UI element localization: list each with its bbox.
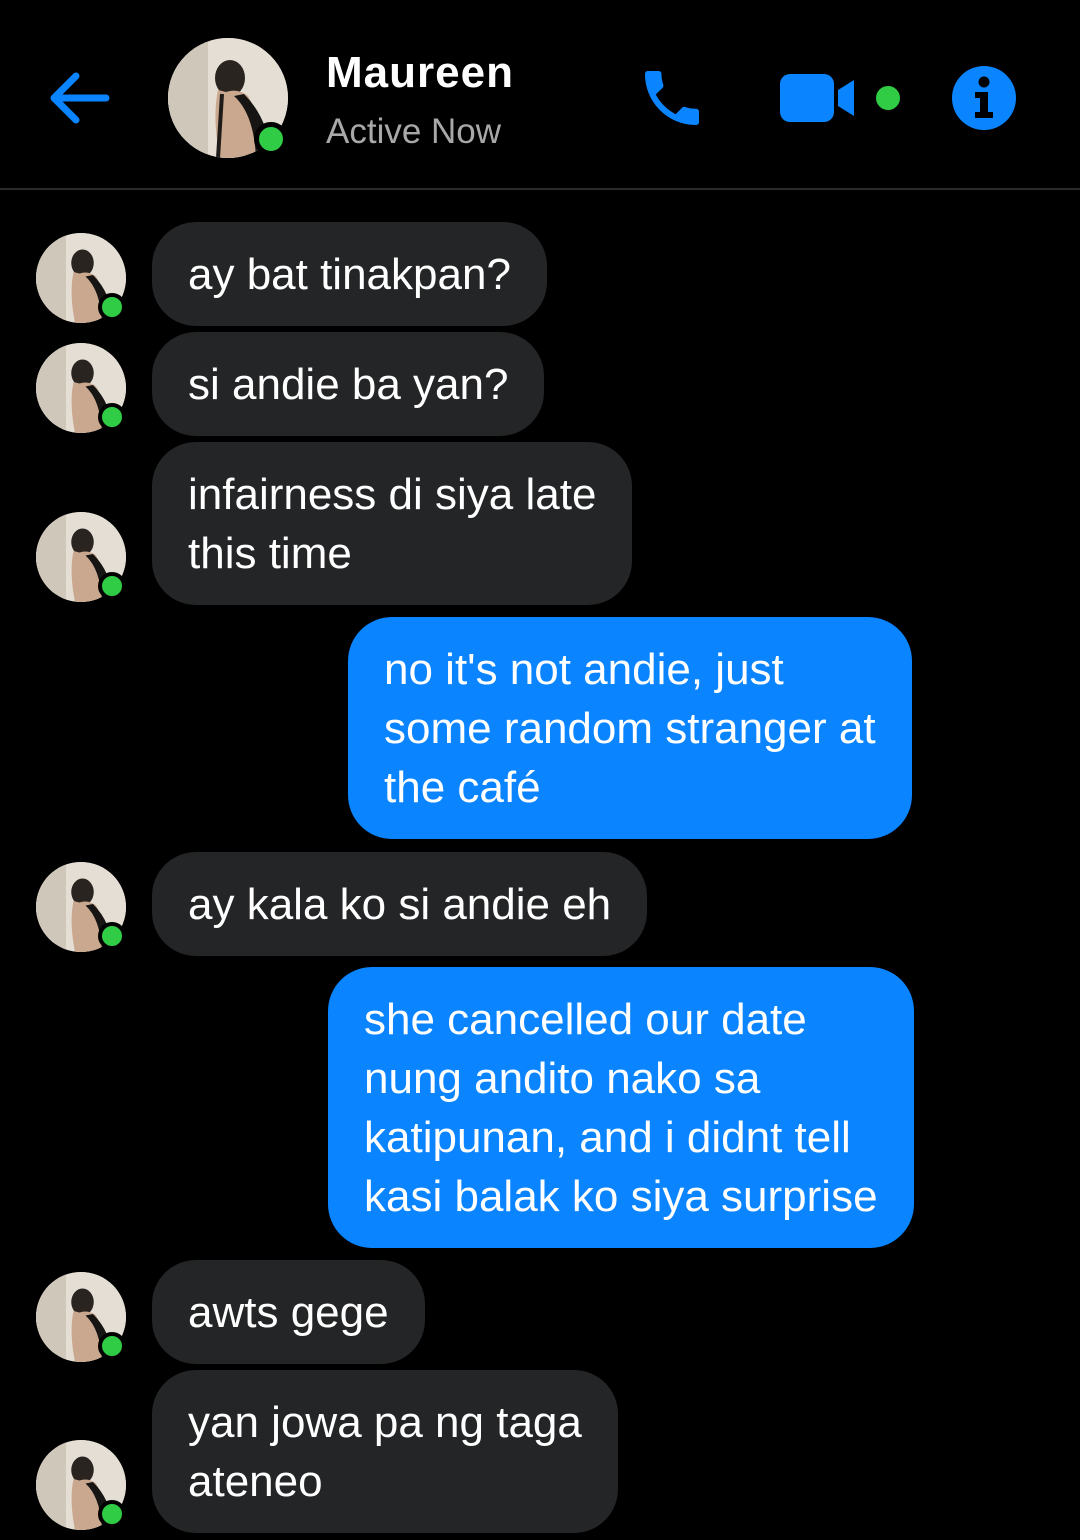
incoming-message[interactable]: si andie ba yan? — [152, 332, 545, 436]
online-status-indicator — [98, 293, 126, 321]
sender-avatar[interactable] — [36, 1440, 126, 1530]
contact-name[interactable]: Maureen — [326, 48, 514, 98]
online-status-indicator — [98, 922, 126, 950]
incoming-message[interactable]: infairness di siya late this time — [152, 442, 633, 605]
outgoing-message[interactable]: she cancelled our date nung andito nako … — [328, 967, 914, 1248]
sender-avatar[interactable] — [36, 233, 126, 323]
info-icon — [952, 66, 1016, 130]
info-button[interactable] — [950, 64, 1018, 132]
incoming-message[interactable]: ay bat tinakpan? — [152, 222, 547, 326]
sender-avatar[interactable] — [36, 862, 126, 952]
audio-call-button[interactable] — [636, 62, 708, 134]
video-active-dot — [876, 86, 900, 110]
online-status-indicator — [98, 572, 126, 600]
online-status-indicator — [98, 1332, 126, 1360]
incoming-message[interactable]: awts gege — [152, 1260, 425, 1364]
video-camera-icon — [780, 74, 854, 122]
online-status-indicator — [98, 1500, 126, 1528]
incoming-message[interactable]: ay kala ko si andie eh — [152, 852, 648, 956]
contact-avatar[interactable] — [168, 38, 288, 158]
online-status-indicator — [254, 122, 288, 156]
outgoing-message[interactable]: no it's not andie, just some random stra… — [348, 617, 912, 839]
online-status-indicator — [98, 403, 126, 431]
back-button[interactable] — [44, 62, 116, 134]
active-status: Active Now — [326, 112, 502, 151]
incoming-message[interactable]: yan jowa pa ng taga ateneo — [152, 1370, 618, 1533]
messenger-chat-screen: Maureen Active Now ay bat tinakpan? si a… — [0, 0, 1080, 1540]
phone-icon — [645, 71, 699, 125]
arrow-left-icon — [50, 72, 110, 124]
video-call-button[interactable] — [778, 70, 858, 126]
sender-avatar[interactable] — [36, 512, 126, 602]
sender-avatar[interactable] — [36, 1272, 126, 1362]
sender-avatar[interactable] — [36, 343, 126, 433]
chat-header: Maureen Active Now — [0, 0, 1080, 190]
